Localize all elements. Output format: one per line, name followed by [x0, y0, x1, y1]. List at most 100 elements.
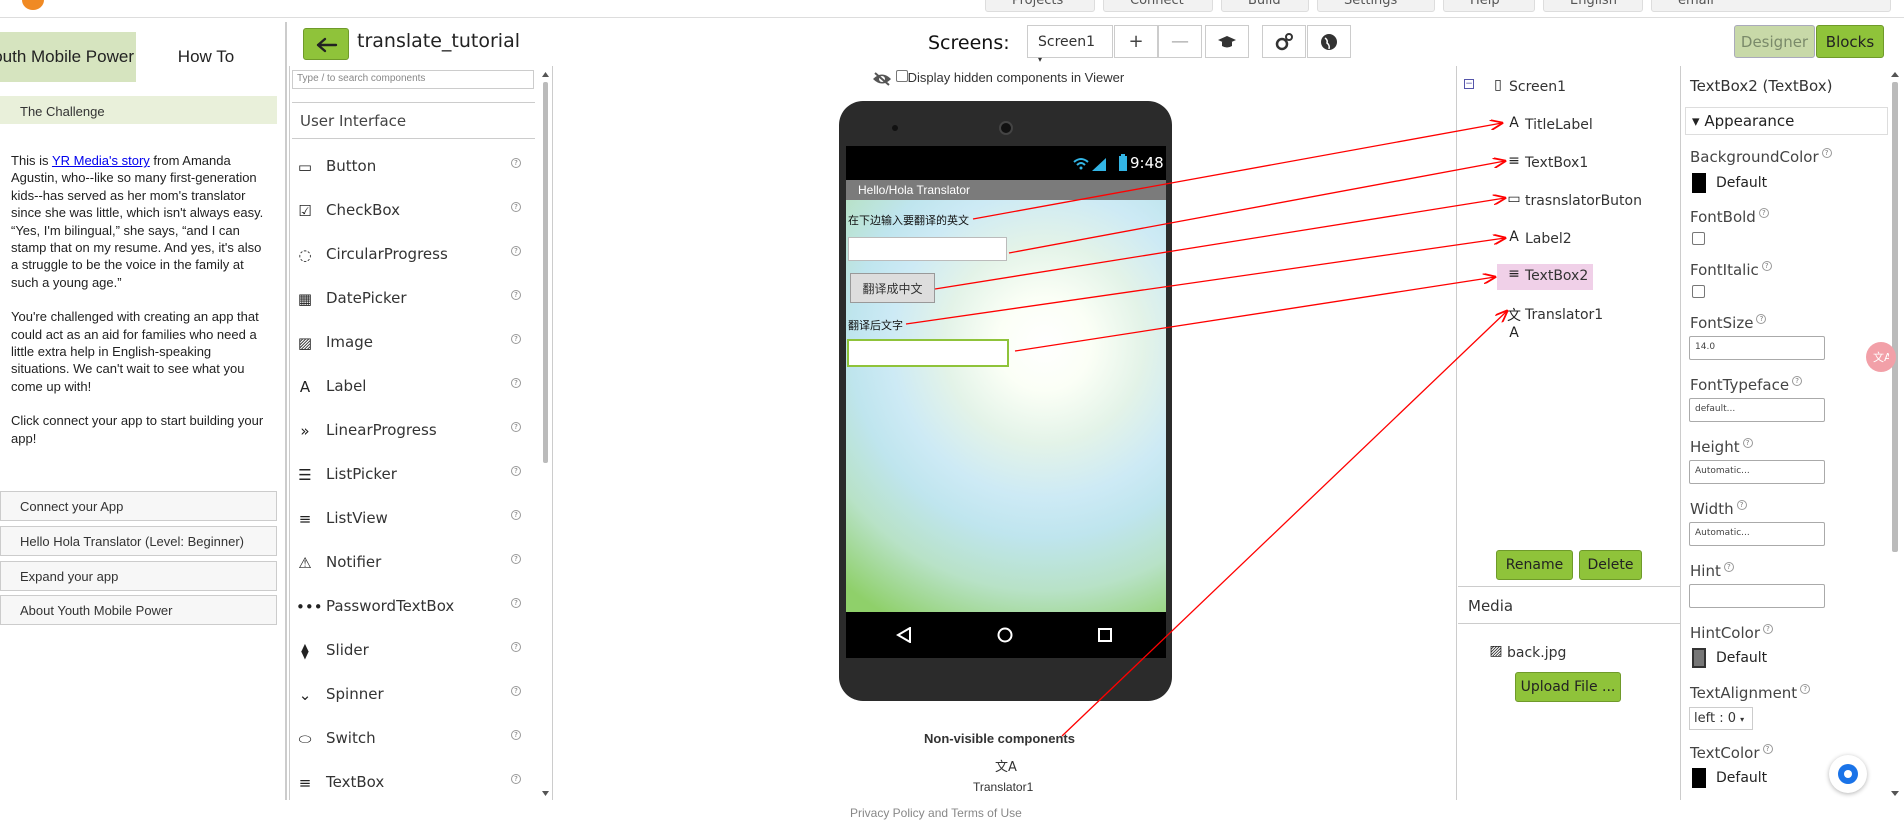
help-icon[interactable]: ?: [511, 158, 521, 168]
privacy-footer[interactable]: Privacy Policy and Terms of Use: [850, 806, 1022, 820]
designer-button[interactable]: Designer: [1734, 25, 1815, 58]
tree-item-trasnslatorbuton[interactable]: ▭ trasnslatorButon: [1505, 189, 1655, 215]
help-icon[interactable]: ?: [1761, 261, 1772, 271]
menu-build[interactable]: Build: [1221, 0, 1309, 12]
menu-account[interactable]: email: [1651, 0, 1891, 12]
tree-item-translator1[interactable]: 文A Translator1: [1505, 303, 1655, 341]
help-icon[interactable]: ?: [1723, 562, 1734, 572]
palette-item-label[interactable]: A Label?: [296, 372, 536, 402]
screen-translate-button[interactable]: 翻译成中文: [850, 273, 935, 303]
screen-textbox-1[interactable]: [848, 237, 1007, 261]
help-icon[interactable]: ?: [1800, 684, 1811, 694]
tree-item-titlelabel[interactable]: A TitleLabel: [1505, 113, 1655, 139]
nonvisible-translator-label[interactable]: Translator1: [973, 780, 1033, 794]
prop-hintcolor-swatch[interactable]: [1692, 648, 1706, 668]
help-icon[interactable]: ?: [511, 202, 521, 212]
help-icon[interactable]: ?: [1758, 208, 1769, 218]
step-hello-hola[interactable]: Hello Hola Translator (Level: Beginner): [0, 526, 277, 556]
palette-item-textbox[interactable]: ≡ TextBox?: [296, 768, 536, 798]
help-icon[interactable]: ?: [1763, 624, 1773, 634]
help-icon[interactable]: ?: [511, 290, 521, 300]
prop-textalignment-select[interactable]: left : 0 ▾: [1689, 707, 1753, 730]
prop-hintcolor-value[interactable]: Default: [1716, 650, 1767, 666]
step-about-ymp[interactable]: About Youth Mobile Power: [0, 595, 277, 625]
help-icon[interactable]: ?: [511, 378, 521, 388]
help-icon[interactable]: ?: [511, 334, 521, 344]
screen-label-1[interactable]: 在下边输入要翻译的英文: [848, 212, 969, 228]
prop-hint-input[interactable]: [1689, 584, 1825, 608]
palette-item-image[interactable]: ▨ Image?: [296, 328, 536, 358]
palette-scrollbar[interactable]: [541, 70, 550, 800]
palette-item-checkbox[interactable]: ☑ CheckBox?: [296, 196, 536, 226]
prop-fonttypeface-input[interactable]: default...: [1689, 398, 1825, 422]
tree-item-textbox2[interactable]: ≡ TextBox2: [1497, 264, 1593, 290]
palette-item-listview[interactable]: ≡ ListView?: [296, 504, 536, 534]
tab-youth-mobile-power[interactable]: Youth Mobile Power: [0, 32, 136, 82]
blocks-button[interactable]: Blocks: [1816, 25, 1884, 58]
help-icon[interactable]: ?: [511, 510, 521, 520]
project-properties-button[interactable]: [1262, 25, 1306, 58]
translator-icon[interactable]: 文A: [995, 756, 1017, 775]
help-icon[interactable]: ?: [511, 642, 521, 652]
remove-screen-button[interactable]: —: [1158, 25, 1202, 58]
help-icon[interactable]: ?: [1821, 148, 1832, 158]
palette-item-button[interactable]: ▭ Button?: [296, 152, 536, 182]
help-icon[interactable]: ?: [511, 246, 521, 256]
help-icon[interactable]: ?: [511, 466, 521, 476]
menu-language[interactable]: English: [1543, 0, 1643, 12]
menu-help[interactable]: Help: [1443, 0, 1535, 12]
chat-support-button[interactable]: [1829, 755, 1867, 793]
language-globe-button[interactable]: [1307, 25, 1351, 58]
media-file-item[interactable]: ▨ back.jpg: [1487, 641, 1607, 667]
tree-item-label2[interactable]: A Label2: [1505, 227, 1655, 253]
step-connect-app[interactable]: Connect your App: [0, 491, 277, 521]
display-hidden-checkbox[interactable]: [895, 70, 908, 82]
screen-textbox-2-selected[interactable]: [847, 339, 1009, 367]
prop-textcolor-value[interactable]: Default: [1716, 770, 1767, 786]
palette-item-passwordtextbox[interactable]: ••• PasswordTextBox?: [296, 592, 536, 622]
palette-category-user-interface[interactable]: User Interface: [292, 102, 535, 139]
rename-button[interactable]: Rename: [1496, 550, 1573, 580]
tree-item-screen1[interactable]: ▯ Screen1: [1489, 75, 1639, 101]
prop-fontitalic-checkbox[interactable]: [1692, 285, 1705, 298]
translate-extension-badge[interactable]: 文A: [1866, 342, 1896, 372]
help-icon[interactable]: ?: [1736, 500, 1747, 510]
tutorial-toggle-button[interactable]: [1205, 25, 1249, 58]
tree-item-textbox1[interactable]: ≡ TextBox1: [1505, 151, 1655, 177]
help-icon[interactable]: ?: [511, 422, 521, 432]
palette-item-spinner[interactable]: ⌄ Spinner?: [296, 680, 536, 710]
help-icon[interactable]: ?: [511, 554, 521, 564]
palette-item-notifier[interactable]: ⚠ Notifier?: [296, 548, 536, 578]
help-icon[interactable]: ?: [511, 598, 521, 608]
prop-backgroundcolor-value[interactable]: Default: [1716, 175, 1767, 191]
screen-label-2[interactable]: 翻译后文字: [848, 317, 903, 333]
palette-item-linearprogress[interactable]: » LinearProgress?: [296, 416, 536, 446]
help-icon[interactable]: ?: [1742, 438, 1753, 448]
help-icon[interactable]: ?: [1762, 744, 1773, 754]
help-icon[interactable]: ?: [511, 774, 521, 784]
help-icon[interactable]: ?: [1756, 314, 1767, 324]
palette-item-listpicker[interactable]: ☰ ListPicker?: [296, 460, 536, 490]
upload-file-button[interactable]: Upload File ...: [1515, 672, 1621, 702]
menu-settings[interactable]: Settings: [1317, 0, 1435, 12]
help-icon[interactable]: ?: [511, 686, 521, 696]
delete-button[interactable]: Delete: [1579, 550, 1642, 580]
properties-scrollbar[interactable]: [1890, 70, 1900, 800]
prop-width-input[interactable]: Automatic...: [1689, 522, 1825, 546]
display-hidden-toggle[interactable]: Display hidden components in Viewer: [872, 70, 1124, 86]
palette-item-switch[interactable]: ⬭ Switch?: [296, 724, 536, 754]
menu-projects[interactable]: Projects: [985, 0, 1095, 12]
prop-fontbold-checkbox[interactable]: [1692, 232, 1705, 245]
palette-item-datepicker[interactable]: ▦ DatePicker?: [296, 284, 536, 314]
help-icon[interactable]: ?: [1792, 376, 1803, 386]
collapse-tree-icon[interactable]: −: [1464, 79, 1474, 89]
screen-select[interactable]: Screen1 ▾: [1027, 25, 1113, 64]
help-icon[interactable]: ?: [511, 730, 521, 740]
tab-how-to[interactable]: How To: [136, 32, 276, 82]
palette-item-slider[interactable]: ⧫ Slider?: [296, 636, 536, 666]
menu-connect[interactable]: Connect: [1103, 0, 1213, 12]
prop-fontsize-input[interactable]: 14.0: [1689, 336, 1825, 360]
yr-media-link[interactable]: YR Media's story: [52, 153, 150, 168]
prop-height-input[interactable]: Automatic...: [1689, 460, 1825, 484]
prop-textcolor-swatch[interactable]: [1692, 768, 1706, 788]
